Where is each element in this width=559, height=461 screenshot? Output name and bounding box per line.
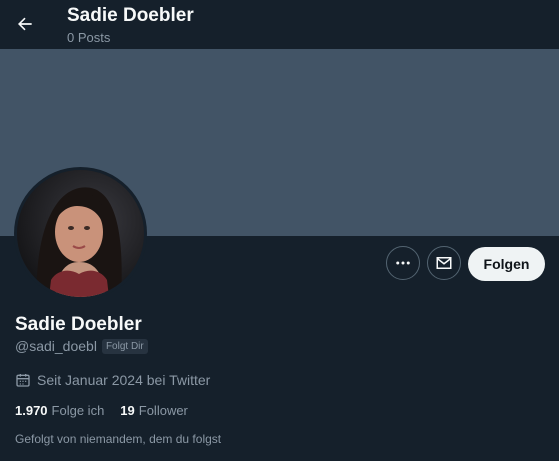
post-count: 0 Posts	[67, 30, 111, 45]
followed-by-text[interactable]: Gefolgt von niemandem, dem du folgst	[15, 432, 221, 446]
more-horizontal-icon	[396, 261, 410, 265]
back-button[interactable]	[11, 10, 39, 38]
following-link[interactable]: 1.970 Folge ich	[15, 403, 104, 418]
followers-count: 19	[120, 403, 135, 418]
avatar[interactable]	[14, 167, 147, 300]
more-button[interactable]	[386, 246, 420, 280]
mail-icon	[436, 257, 452, 269]
following-label: Folge ich	[51, 403, 105, 418]
avatar-image	[17, 170, 144, 297]
following-count: 1.970	[15, 403, 48, 418]
followers-link[interactable]: 19 Follower	[120, 403, 188, 418]
stats-row: 1.970 Folge ich 19 Follower	[15, 403, 188, 418]
join-date-row: Seit Januar 2024 bei Twitter	[15, 372, 210, 388]
follows-you-badge: Folgt Dir	[101, 338, 148, 354]
calendar-icon	[16, 374, 30, 387]
followers-label: Follower	[138, 403, 188, 418]
handle-row: @sadi_doebl Folgt Dir	[15, 338, 148, 354]
follow-button[interactable]: Folgen	[468, 247, 545, 281]
top-bar: Sadie Doebler 0 Posts	[0, 0, 559, 49]
display-name: Sadie Doebler	[15, 314, 142, 335]
avatar-photo	[17, 170, 144, 297]
handle: @sadi_doebl	[15, 338, 97, 354]
join-date: Seit Januar 2024 bei Twitter	[37, 372, 211, 388]
arrow-left-icon	[18, 17, 32, 31]
header-title: Sadie Doebler	[67, 5, 194, 26]
message-button[interactable]	[427, 246, 461, 280]
